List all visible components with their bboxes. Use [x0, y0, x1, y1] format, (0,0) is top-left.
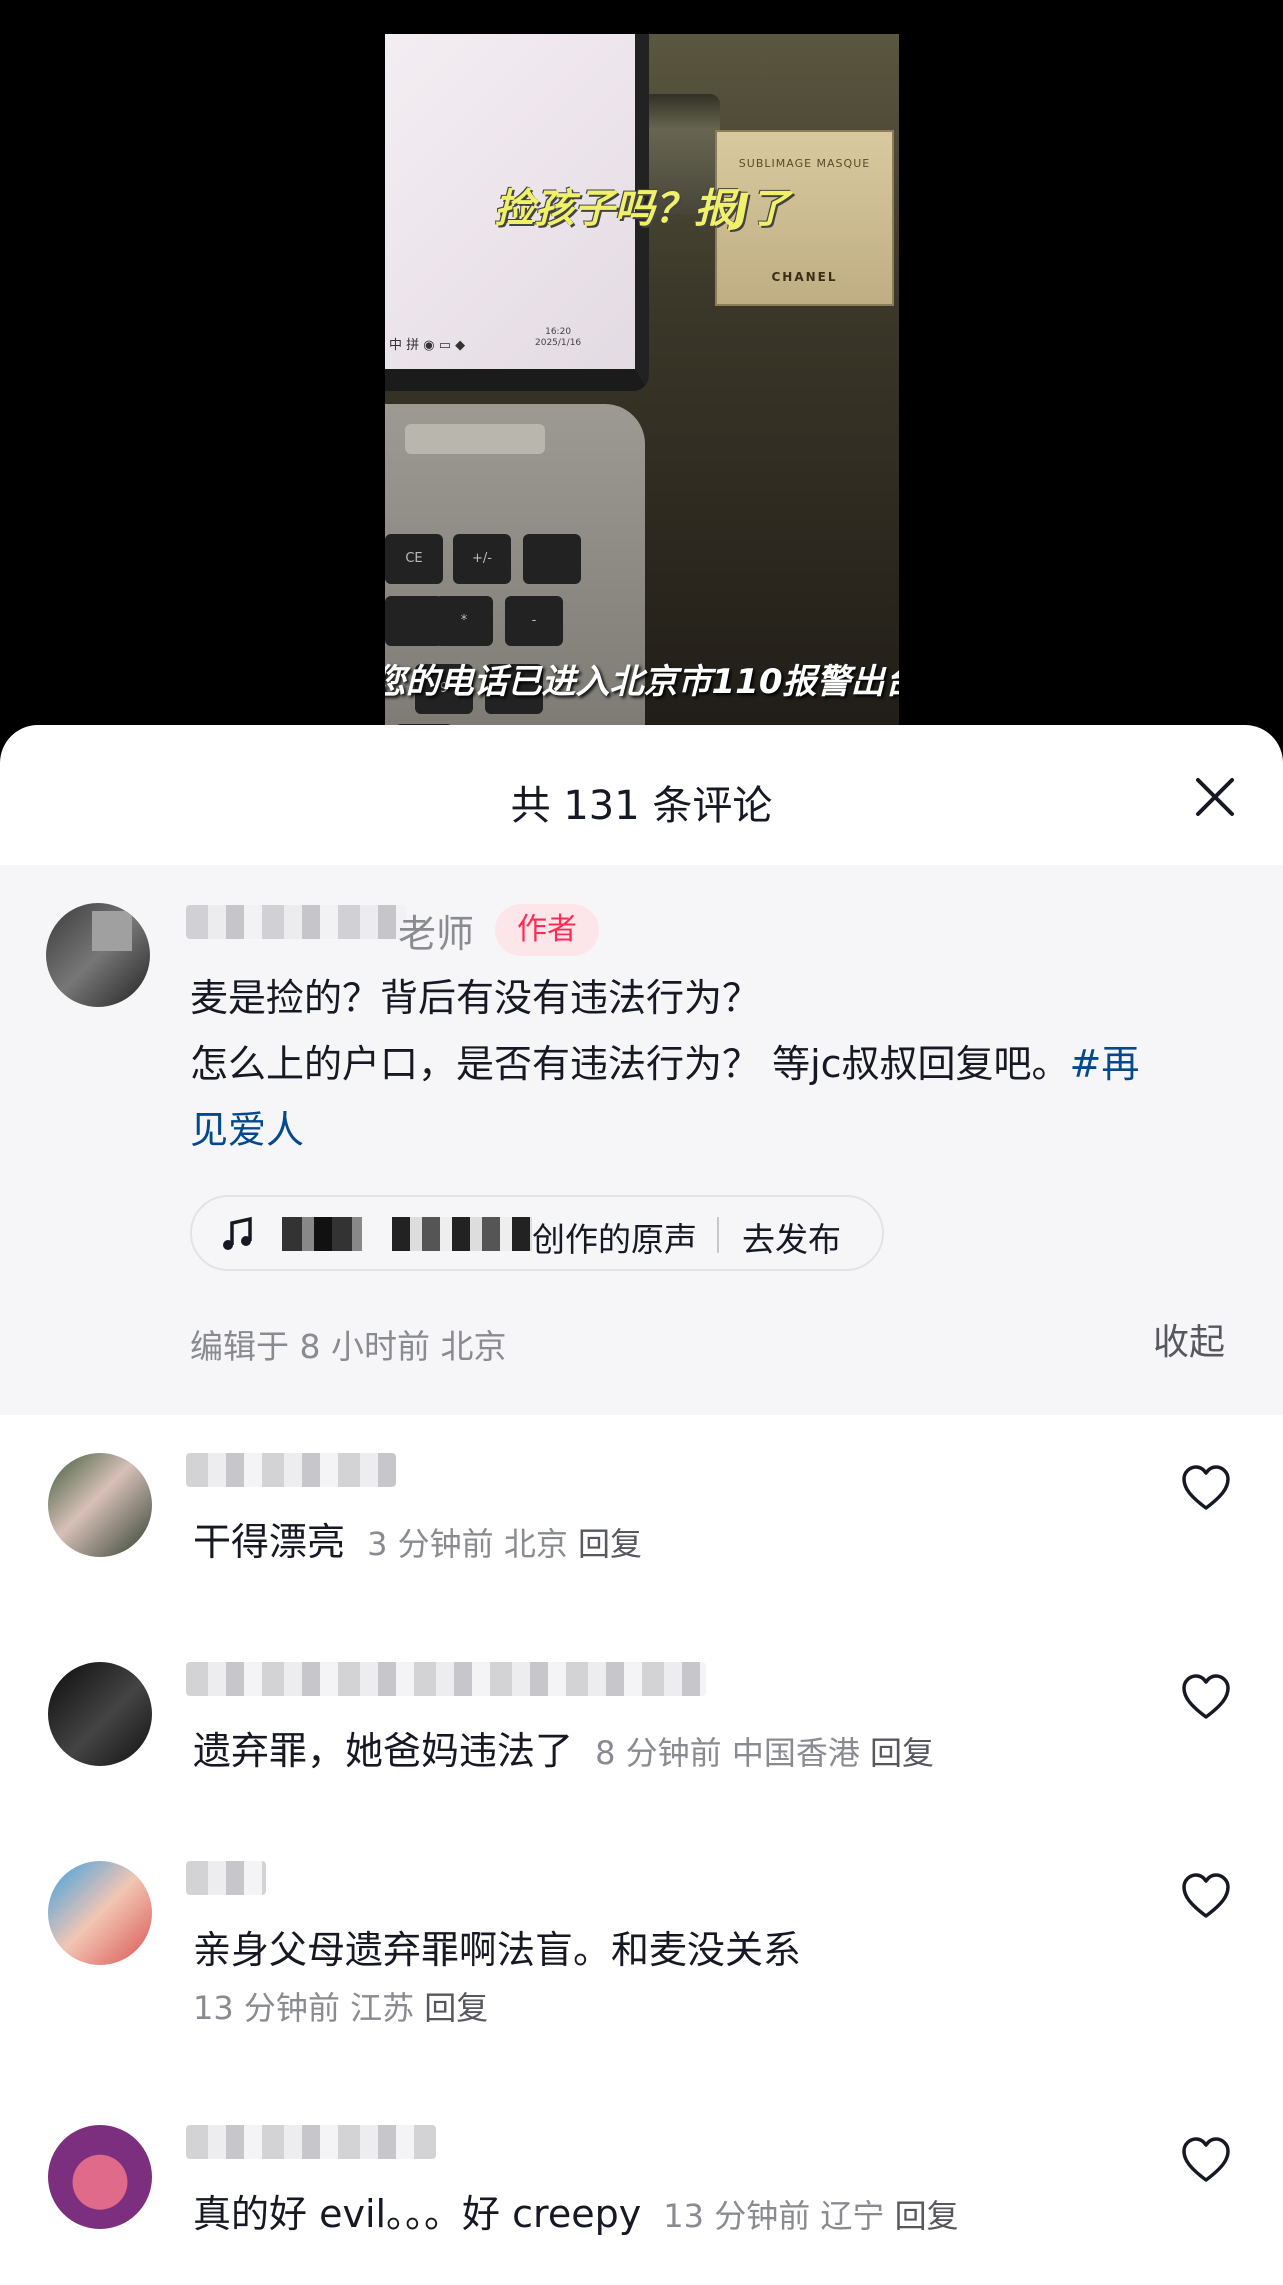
sound-creator-blurred	[392, 1217, 532, 1251]
video-taskbar-date: 2025/1/16	[535, 338, 582, 348]
close-button[interactable]	[1190, 772, 1240, 822]
publish-sound-button[interactable]: 去发布	[742, 1213, 841, 1261]
comment-sheet: 共 131 条评论 老师 作者 麦是捡的？背后有没有违法行为？ 怎么上的户口，是…	[0, 725, 1283, 2285]
avatar-mosaic	[92, 911, 132, 951]
comment-location: 辽宁	[820, 2197, 885, 2235]
comment-count-title: 共 131 条评论	[510, 783, 773, 829]
reply-button[interactable]: 回复	[578, 1525, 642, 1563]
author-avatar[interactable]	[46, 903, 150, 1007]
sheet-header: 共 131 条评论	[0, 725, 1283, 865]
comment-location: 北京	[503, 1525, 568, 1563]
comment-item: 干得漂亮 3 分钟前 北京 回复	[0, 1453, 1283, 1643]
video-key	[523, 534, 581, 584]
comment-body: 遗弃罪，她爸妈违法了 8 分钟前 中国香港 回复	[193, 1720, 934, 1775]
comment-meta: 3 分钟前 北京 回复	[367, 1525, 642, 1563]
commenter-name-blurred[interactable]	[186, 1453, 396, 1487]
reply-button[interactable]: 回复	[870, 1734, 934, 1772]
video-box-text: SUBLIMAGE MASQUE	[738, 157, 871, 170]
author-name-blurred[interactable]	[186, 905, 406, 939]
comment-body: 真的好 evil。。。好 creepy 13 分钟前 辽宁 回复	[193, 2183, 959, 2238]
comment-item: 遗弃罪，她爸妈违法了 8 分钟前 中国香港 回复	[0, 1662, 1283, 1852]
music-note-icon	[223, 1216, 252, 1250]
heart-icon[interactable]	[1180, 2135, 1232, 2187]
sound-divider	[717, 1217, 719, 1253]
author-comment: 老师 作者 麦是捡的？背后有没有违法行为？ 怎么上的户口，是否有违法行为？ 等j…	[0, 865, 1283, 1415]
video-key: CE	[385, 534, 443, 584]
comment-time: 13 分钟前	[193, 1989, 340, 2027]
video-caption-bottom: 您的电话已进入北京市110报警出台	[385, 662, 899, 702]
video-key: *	[435, 596, 493, 646]
original-sound-pill[interactable]: 创作的原声 去发布	[190, 1195, 884, 1271]
commenter-avatar[interactable]	[48, 1861, 152, 1965]
comment-time: 8 分钟前	[595, 1734, 722, 1772]
commenter-name-blurred[interactable]	[186, 2125, 436, 2159]
author-name[interactable]: 老师	[398, 903, 474, 958]
author-badge: 作者	[495, 904, 599, 956]
comment-location: 中国香港	[731, 1734, 860, 1772]
heart-icon[interactable]	[1180, 1463, 1232, 1515]
video-hinge	[405, 424, 545, 454]
video-frame[interactable]: SUBLIMAGE MASQUE CHANEL 中 拼 ◉ ▭ ◆ 16:20 …	[385, 34, 899, 734]
author-comment-line2-text: 怎么上的户口，是否有违法行为？ 等jc叔叔回复吧。	[190, 1042, 1070, 1086]
video-box-brand: CHANEL	[771, 270, 838, 284]
commenter-avatar[interactable]	[48, 2125, 152, 2229]
author-comment-line2: 怎么上的户口，是否有违法行为？ 等jc叔叔回复吧。#再	[190, 1031, 1240, 1097]
reply-button[interactable]: 回复	[424, 1989, 488, 2027]
video-key: -	[505, 596, 563, 646]
sound-creator-blurred	[282, 1217, 362, 1251]
comment-location: 江苏	[350, 1989, 415, 2027]
commenter-name-blurred[interactable]	[186, 1861, 266, 1895]
commenter-avatar[interactable]	[48, 1453, 152, 1557]
video-taskbar-time: 16:20	[545, 327, 572, 337]
video-player[interactable]: SUBLIMAGE MASQUE CHANEL 中 拼 ◉ ▭ ◆ 16:20 …	[0, 0, 1283, 740]
heart-icon[interactable]	[1180, 1672, 1232, 1724]
author-comment-text: 麦是捡的？背后有没有违法行为？ 怎么上的户口，是否有违法行为？ 等jc叔叔回复吧…	[190, 965, 1240, 1163]
comment-text: 干得漂亮	[193, 1520, 346, 1564]
comment-item: 亲身父母遗弃罪啊法盲。和麦没关系 13 分钟前 江苏 回复	[0, 1861, 1283, 2051]
comment-meta: 8 分钟前 中国香港 回复	[595, 1734, 934, 1772]
sound-label: 创作的原声	[532, 1220, 697, 1259]
commenter-name-blurred[interactable]	[186, 1662, 706, 1696]
comment-text: 遗弃罪，她爸妈违法了	[193, 1729, 574, 1773]
video-key: +/-	[453, 534, 511, 584]
heart-icon[interactable]	[1180, 1871, 1232, 1923]
video-taskbar-clock: 16:20 2025/1/16	[535, 327, 581, 349]
comment-time: 13 分钟前	[663, 2197, 811, 2235]
comment-item: 真的好 evil。。。好 creepy 13 分钟前 辽宁 回复	[0, 2125, 1283, 2285]
comment-meta: 13 分钟前 辽宁 回复	[663, 2197, 958, 2235]
video-caption-top: 捡孩子吗？报J了	[494, 186, 790, 232]
reply-button[interactable]: 回复	[895, 2197, 959, 2235]
author-comment-meta: 编辑于 8 小时前 北京	[190, 1327, 507, 1366]
collapse-button[interactable]: 收起	[1153, 1313, 1225, 1365]
comment-time: 3 分钟前	[367, 1525, 494, 1563]
hashtag-link[interactable]: #再	[1070, 1042, 1140, 1086]
hashtag-link-continued[interactable]: 见爱人	[190, 1097, 1240, 1163]
video-taskbar: 中 拼 ◉ ▭ ◆	[389, 338, 466, 353]
comment-body: 干得漂亮 3 分钟前 北京 回复	[193, 1511, 642, 1566]
author-comment-line1: 麦是捡的？背后有没有违法行为？	[190, 976, 761, 1020]
comment-text: 真的好 evil。。。好 creepy	[193, 2192, 642, 2236]
comment-meta: 13 分钟前 江苏 回复	[193, 1983, 488, 2029]
comment-text: 亲身父母遗弃罪啊法盲。和麦没关系	[193, 1928, 802, 1972]
close-icon	[1196, 778, 1234, 816]
commenter-avatar[interactable]	[48, 1662, 152, 1766]
